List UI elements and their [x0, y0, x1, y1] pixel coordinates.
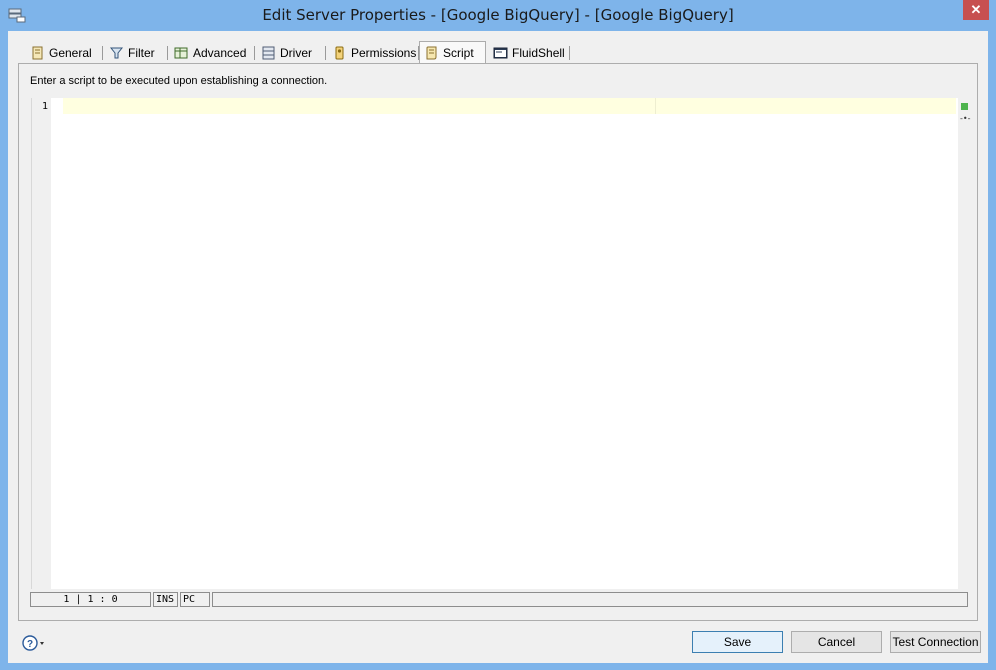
overview-ruler[interactable]: -•- — [958, 98, 971, 589]
tab-fluidshell-label: FluidShell — [512, 46, 565, 60]
advanced-icon — [174, 47, 188, 59]
tab-permissions-label: Permissions — [351, 46, 417, 60]
line-ending-mode: PC — [180, 592, 210, 607]
test-connection-button[interactable]: Test Connection — [890, 631, 981, 653]
tab-general[interactable]: General — [26, 43, 103, 63]
tab-general-label: General — [49, 46, 92, 60]
tab-advanced-label: Advanced — [193, 46, 247, 60]
permissions-icon — [335, 46, 344, 60]
insert-mode: INS — [153, 592, 178, 607]
no-errors-marker-icon[interactable] — [961, 103, 968, 110]
tab-driver[interactable]: Driver — [257, 43, 326, 63]
tab-script-label: Script — [443, 45, 474, 60]
help-icon: ? — [22, 635, 44, 651]
caret-position-icon: -•- — [960, 114, 971, 123]
tab-permissions[interactable]: Permissions — [328, 43, 419, 63]
script-editor[interactable]: 1 -•- — [31, 98, 971, 589]
script-icon — [426, 46, 437, 59]
tab-strip: General Filter Advanced Driver Permissio… — [8, 41, 988, 63]
help-button[interactable]: ? — [22, 634, 44, 652]
driver-icon — [262, 46, 275, 60]
tab-script[interactable]: Script — [419, 41, 486, 63]
script-panel: Enter a script to be executed upon estab… — [18, 63, 978, 621]
current-line-highlight — [63, 98, 956, 114]
tab-filter-label: Filter — [128, 46, 155, 60]
title-bar[interactable]: Edit Server Properties - [Google BigQuer… — [0, 0, 996, 31]
cancel-button[interactable]: Cancel — [791, 631, 882, 653]
line-number: 1 — [41, 101, 48, 112]
line-number-gutter: 1 — [32, 98, 51, 589]
svg-text:?: ? — [27, 639, 33, 650]
tab-fluidshell[interactable]: FluidShell — [489, 43, 570, 63]
window-title: Edit Server Properties - [Google BigQuer… — [262, 6, 734, 24]
filter-icon — [109, 47, 124, 59]
save-button[interactable]: Save — [692, 631, 783, 653]
dialog-window: Edit Server Properties - [Google BigQuer… — [0, 0, 996, 670]
print-margin-line — [655, 98, 656, 114]
script-instruction: Enter a script to be executed upon estab… — [30, 75, 328, 87]
dialog-client-area: General Filter Advanced Driver Permissio… — [8, 31, 988, 663]
tab-driver-label: Driver — [280, 46, 312, 60]
general-icon — [32, 46, 43, 60]
tab-filter[interactable]: Filter — [105, 43, 168, 63]
fluidshell-icon — [493, 47, 508, 59]
editor-status-bar: 1 | 1 : 0 INS PC — [30, 592, 968, 607]
cursor-position: 1 | 1 : 0 — [30, 592, 151, 607]
status-message — [212, 592, 968, 607]
tab-advanced[interactable]: Advanced — [170, 43, 255, 63]
close-button[interactable]: ✕ — [963, 0, 989, 20]
